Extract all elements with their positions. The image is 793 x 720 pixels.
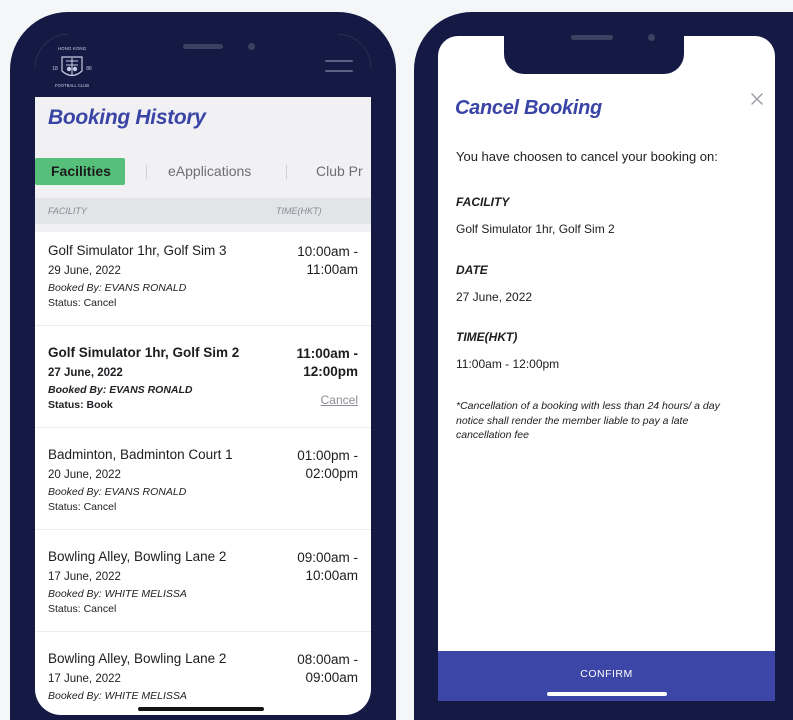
booking-time-start: 11:00am - (296, 346, 358, 361)
logo-top-text: HONG KONG (58, 46, 87, 51)
booking-time-end: 12:00pm (303, 364, 358, 379)
tab-divider (286, 165, 287, 179)
booking-time-start: 01:00pm - (297, 448, 358, 463)
booking-time-end: 11:00am (306, 262, 358, 277)
phone-notch (504, 24, 684, 74)
booking-row[interactable]: Badminton, Badminton Court 1 20 June, 20… (35, 428, 371, 530)
home-indicator[interactable] (547, 692, 667, 696)
column-header: FACILITY TIME(HKT) (35, 198, 371, 224)
note-line: cancellation fee (456, 429, 529, 441)
phone-frame-left: HONG KONG 18 86 FOOTBALL CLUB Booking Hi… (10, 12, 396, 720)
modal-intro: You have choosen to cancel your booking … (456, 149, 718, 164)
booking-row[interactable]: Golf Simulator 1hr, Golf Sim 3 29 June, … (35, 224, 371, 326)
booking-date: 20 June, 2022 (48, 469, 121, 481)
booking-time-start: 10:00am - (297, 244, 358, 259)
booking-history-screen: HONG KONG 18 86 FOOTBALL CLUB Booking Hi… (35, 34, 371, 715)
booking-status: Status: Cancel (48, 501, 117, 513)
facility-label: FACILITY (456, 195, 510, 209)
booking-time-end: 09:00am (305, 670, 358, 685)
booking-row[interactable]: Bowling Alley, Bowling Lane 2 17 June, 2… (35, 632, 371, 715)
app-header: HONG KONG 18 86 FOOTBALL CLUB (35, 34, 371, 97)
booking-row-selected[interactable]: Golf Simulator 1hr, Golf Sim 2 27 June, … (35, 326, 371, 428)
cancellation-note: *Cancellation of a booking with less tha… (456, 399, 756, 443)
booking-time-start: 09:00am - (297, 550, 358, 565)
booking-date: 17 June, 2022 (48, 673, 121, 685)
booking-time-start: 08:00am - (297, 652, 358, 667)
booking-facility: Golf Simulator 1hr, Golf Sim 3 (48, 243, 227, 258)
speaker-grille (183, 44, 223, 49)
speaker-grille (571, 35, 613, 40)
booking-facility: Bowling Alley, Bowling Lane 2 (48, 651, 227, 666)
date-label: DATE (456, 263, 488, 277)
booking-date: 27 June, 2022 (48, 367, 123, 379)
logo-year-right: 86 (86, 66, 92, 72)
front-camera (648, 34, 655, 41)
tab-facilities[interactable]: Facilities (35, 158, 125, 185)
logo-year-left: 18 (52, 66, 58, 72)
time-label: TIME(HKT) (456, 330, 518, 344)
column-time: TIME(HKT) (276, 206, 322, 216)
logo-bottom-text: FOOTBALL CLUB (55, 83, 89, 88)
booking-booked-by: Booked By: EVANS RONALD (48, 384, 193, 396)
time-value: 11:00am - 12:00pm (456, 357, 560, 371)
booking-booked-by: Booked By: EVANS RONALD (48, 486, 187, 498)
booking-status: Status: Cancel (48, 297, 117, 309)
facility-value: Golf Simulator 1hr, Golf Sim 2 (456, 222, 615, 236)
modal-title: Cancel Booking (455, 97, 602, 119)
club-logo: HONG KONG 18 86 FOOTBALL CLUB (52, 46, 92, 88)
tab-divider (146, 165, 147, 179)
cancel-booking-link[interactable]: Cancel (321, 393, 358, 407)
booking-facility: Badminton, Badminton Court 1 (48, 447, 233, 462)
page-title: Booking History (48, 106, 206, 129)
home-indicator[interactable] (138, 707, 264, 711)
booking-status: Status: Book (48, 399, 113, 411)
close-icon[interactable] (749, 91, 765, 107)
tab-eapplications[interactable]: eApplications (168, 158, 251, 185)
booking-facility: Bowling Alley, Bowling Lane 2 (48, 549, 227, 564)
booking-list: Golf Simulator 1hr, Golf Sim 3 29 June, … (35, 224, 371, 715)
note-line: notice shall render the member liable to… (456, 414, 689, 427)
note-line: *Cancellation of a booking with less tha… (456, 400, 720, 412)
date-value: 27 June, 2022 (456, 290, 533, 304)
booking-facility: Golf Simulator 1hr, Golf Sim 2 (48, 345, 240, 360)
booking-date: 29 June, 2022 (48, 265, 121, 277)
booking-time-end: 02:00pm (305, 466, 358, 481)
booking-booked-by: Booked By: WHITE MELISSA (48, 690, 187, 702)
tab-club-programs[interactable]: Club Pr (316, 158, 363, 185)
booking-time-end: 10:00am (305, 568, 358, 583)
booking-booked-by: Booked By: WHITE MELISSA (48, 588, 187, 600)
hamburger-menu-icon[interactable] (325, 60, 353, 74)
front-camera (248, 43, 255, 50)
booking-row[interactable]: Bowling Alley, Bowling Lane 2 17 June, 2… (35, 530, 371, 632)
booking-date: 17 June, 2022 (48, 571, 121, 583)
column-facility: FACILITY (48, 206, 87, 216)
booking-status: Status: Cancel (48, 603, 117, 615)
booking-booked-by: Booked By: EVANS RONALD (48, 282, 187, 294)
